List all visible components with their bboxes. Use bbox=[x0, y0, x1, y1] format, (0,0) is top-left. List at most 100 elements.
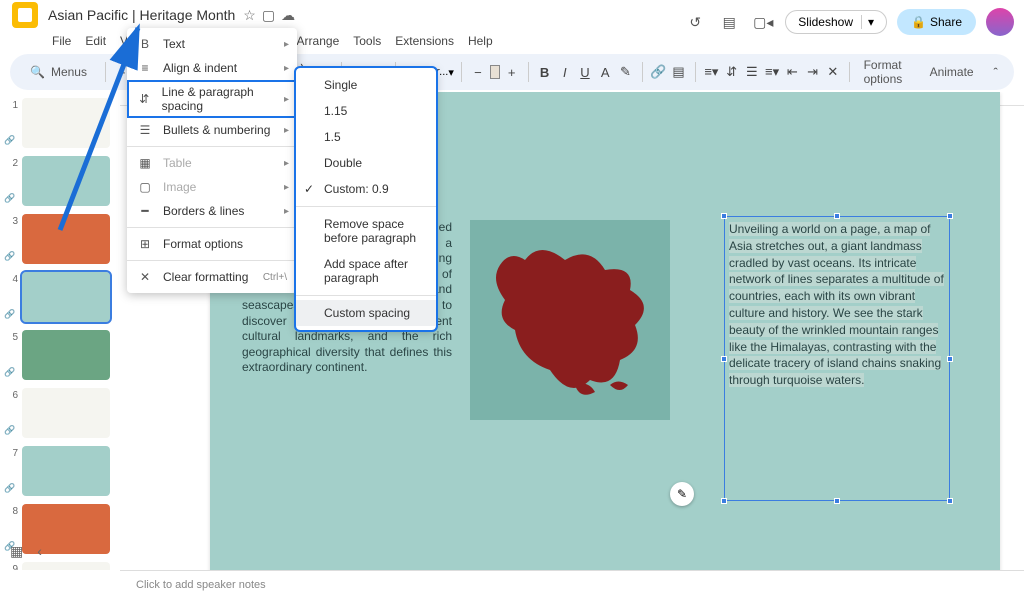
slide-thumb-6[interactable] bbox=[22, 388, 110, 438]
animate-button[interactable]: Animate bbox=[924, 65, 980, 79]
text-icon: B bbox=[137, 37, 153, 51]
resize-handle[interactable] bbox=[721, 498, 727, 504]
spacing-remove-before[interactable]: Remove space before paragraph bbox=[296, 211, 436, 251]
thumb-link-icon: 🔗 bbox=[4, 193, 15, 204]
highlight-color-button[interactable]: ✎ bbox=[617, 59, 633, 85]
share-button[interactable]: 🔒 Share bbox=[897, 9, 976, 35]
spacing-custom[interactable]: Custom spacing bbox=[296, 300, 436, 326]
underline-button[interactable]: U bbox=[577, 59, 593, 85]
search-menus[interactable]: 🔍 Menus bbox=[20, 61, 97, 83]
spacing-icon: ⇵ bbox=[137, 92, 152, 106]
thumb-link-icon: 🔗 bbox=[4, 309, 15, 320]
history-icon[interactable]: ↺ bbox=[683, 10, 707, 34]
menu-help[interactable]: Help bbox=[462, 32, 499, 50]
slide-thumb-4[interactable] bbox=[22, 272, 110, 322]
speaker-notes[interactable]: Click to add speaker notes bbox=[120, 570, 1024, 602]
menu-file[interactable]: File bbox=[46, 32, 77, 50]
format-borders-item[interactable]: ━Borders & lines▸ bbox=[127, 199, 297, 223]
slide-thumb-9[interactable] bbox=[22, 562, 110, 570]
align-button[interactable]: ≡▾ bbox=[703, 59, 719, 85]
slide-thumb-5[interactable] bbox=[22, 330, 110, 380]
spacing-115[interactable]: 1.15 bbox=[296, 98, 436, 124]
menu-arrange[interactable]: Arrange bbox=[291, 32, 346, 50]
thumb-link-icon: 🔗 bbox=[4, 483, 15, 494]
menu-edit[interactable]: Edit bbox=[79, 32, 112, 50]
comments-icon[interactable]: ▤ bbox=[717, 10, 741, 34]
decrease-size[interactable]: − bbox=[470, 59, 486, 85]
format-spacing-item[interactable]: ⇵Line & paragraph spacing▸ bbox=[127, 80, 297, 118]
menu-extensions[interactable]: Extensions bbox=[389, 32, 460, 50]
chevron-right-icon: ▸ bbox=[284, 206, 289, 217]
resize-handle[interactable] bbox=[721, 356, 727, 362]
document-title[interactable]: Asian Pacific | Heritage Month bbox=[48, 7, 235, 23]
cloud-icon[interactable]: ☁ bbox=[281, 7, 295, 24]
asia-map-icon bbox=[480, 230, 660, 410]
format-options-button[interactable]: Format options bbox=[858, 58, 920, 86]
floating-suggest-icon[interactable]: ✎ bbox=[670, 482, 694, 506]
spacing-custom-val[interactable]: ✓Custom: 0.9 bbox=[296, 176, 436, 202]
slide-thumb-2[interactable] bbox=[22, 156, 110, 206]
slide-thumb-7[interactable] bbox=[22, 446, 110, 496]
clear-icon: ✕ bbox=[137, 270, 153, 284]
chevron-right-icon: ▸ bbox=[284, 39, 289, 50]
thumb-link-icon: 🔗 bbox=[4, 251, 15, 262]
text-color-button[interactable]: A bbox=[597, 59, 613, 85]
increase-size[interactable]: + bbox=[504, 59, 520, 85]
meet-icon[interactable]: ▢◂ bbox=[751, 10, 775, 34]
format-dropdown: BText▸ ≡Align & indent▸ ⇵Line & paragrap… bbox=[127, 28, 297, 293]
resize-handle[interactable] bbox=[947, 498, 953, 504]
format-clear-item[interactable]: ✕Clear formattingCtrl+\ bbox=[127, 265, 297, 289]
indent-increase-button[interactable]: ⇥ bbox=[804, 59, 820, 85]
chevron-right-icon: ▸ bbox=[284, 94, 289, 105]
check-icon: ✓ bbox=[304, 182, 314, 196]
italic-button[interactable]: I bbox=[557, 59, 573, 85]
format-options-item[interactable]: ⊞Format options bbox=[127, 232, 297, 256]
selected-text-box[interactable]: Unveiling a world on a page, a map of As… bbox=[724, 216, 950, 501]
right-text-block[interactable]: Unveiling a world on a page, a map of As… bbox=[729, 221, 945, 389]
chevron-right-icon: ▸ bbox=[284, 63, 289, 74]
borders-icon: ━ bbox=[137, 204, 153, 218]
move-icon[interactable]: ▢ bbox=[262, 7, 275, 24]
line-spacing-button[interactable]: ⇵ bbox=[724, 59, 740, 85]
thumb-link-icon: 🔗 bbox=[4, 367, 15, 378]
user-avatar[interactable] bbox=[986, 8, 1014, 36]
spacing-double[interactable]: Double bbox=[296, 150, 436, 176]
spacing-submenu: Single 1.15 1.5 Double ✓Custom: 0.9 Remo… bbox=[296, 68, 436, 330]
font-size-box[interactable] bbox=[490, 65, 500, 79]
slide-thumb-1[interactable] bbox=[22, 98, 110, 148]
format-bullets-item[interactable]: ☰Bullets & numbering▸ bbox=[127, 118, 297, 142]
table-icon: ▦ bbox=[137, 156, 153, 170]
options-icon: ⊞ bbox=[137, 237, 153, 251]
thumb-link-icon: 🔗 bbox=[4, 425, 15, 436]
menu-tools[interactable]: Tools bbox=[347, 32, 387, 50]
slideshow-button[interactable]: Slideshow▾ bbox=[785, 10, 887, 34]
list-button[interactable]: ☰ bbox=[744, 59, 760, 85]
indent-decrease-button[interactable]: ⇤ bbox=[784, 59, 800, 85]
resize-handle[interactable] bbox=[834, 213, 840, 219]
spacing-15[interactable]: 1.5 bbox=[296, 124, 436, 150]
resize-handle[interactable] bbox=[947, 213, 953, 219]
format-text-item[interactable]: BText▸ bbox=[127, 32, 297, 56]
collapse-panel-icon[interactable]: ‹ bbox=[37, 543, 42, 560]
grid-view-icon[interactable]: ▦ bbox=[10, 543, 23, 560]
chevron-right-icon: ▸ bbox=[284, 125, 289, 136]
star-icon[interactable]: ☆ bbox=[243, 7, 256, 24]
slide-thumb-3[interactable] bbox=[22, 214, 110, 264]
add-comment-button[interactable]: ▤ bbox=[670, 59, 686, 85]
map-image-box[interactable] bbox=[470, 220, 670, 420]
slides-logo[interactable] bbox=[12, 2, 38, 28]
insert-link-button[interactable]: 🔗 bbox=[650, 59, 666, 85]
collapse-toolbar-button[interactable]: ˆ bbox=[988, 59, 1004, 85]
clear-format-button[interactable]: ✕ bbox=[825, 59, 841, 85]
spacing-add-after[interactable]: Add space after paragraph bbox=[296, 251, 436, 291]
thumb-link-icon: 🔗 bbox=[4, 135, 15, 146]
align-icon: ≡ bbox=[137, 61, 153, 75]
chevron-right-icon: ▸ bbox=[284, 182, 289, 193]
resize-handle[interactable] bbox=[721, 213, 727, 219]
resize-handle[interactable] bbox=[947, 356, 953, 362]
resize-handle[interactable] bbox=[834, 498, 840, 504]
bold-button[interactable]: B bbox=[536, 59, 552, 85]
numbered-list-button[interactable]: ≡▾ bbox=[764, 59, 780, 85]
spacing-single[interactable]: Single bbox=[296, 72, 436, 98]
format-align-item[interactable]: ≡Align & indent▸ bbox=[127, 56, 297, 80]
